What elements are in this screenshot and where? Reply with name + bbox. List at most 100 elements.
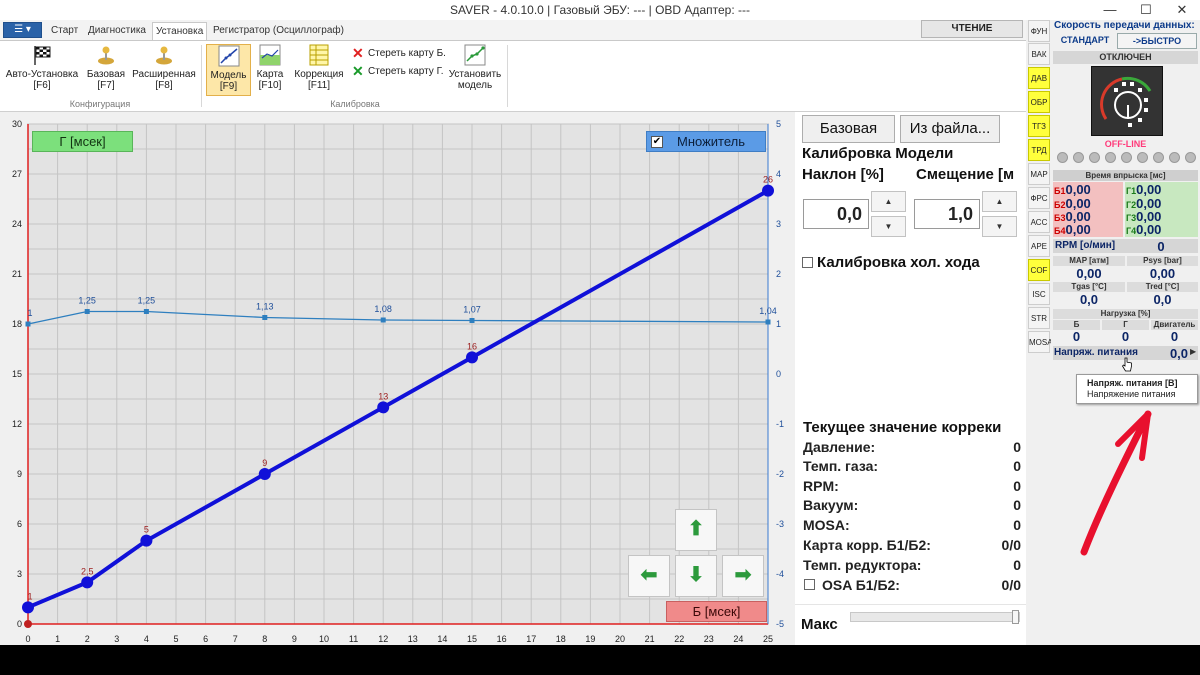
offset-down-button[interactable]: ▼ [982, 216, 1017, 237]
idle-calib-checkbox[interactable] [802, 257, 813, 268]
side-tab-acc[interactable]: АСС [1028, 211, 1050, 233]
correction-table-icon [309, 44, 329, 66]
move-down-button[interactable]: ⬇ [675, 555, 717, 597]
set-model-icon [464, 44, 486, 66]
offline-status: OFF-LINE [1053, 138, 1198, 150]
correction-button[interactable]: Коррекция [F11] [291, 44, 347, 96]
side-tab-trd[interactable]: ТРД [1028, 139, 1050, 161]
side-tab-vak[interactable]: ВАК [1028, 43, 1050, 65]
checkered-flag-icon [34, 46, 51, 65]
b1-value: 0,00 [1065, 182, 1091, 197]
multiplier-point [25, 321, 31, 327]
multiplier-data-label: 1,25 [78, 296, 96, 306]
b-axis-label: Б [мсек] [666, 601, 767, 622]
g4-label: Г4 [1126, 226, 1137, 236]
tgas-title: Tgas [°C] [1053, 282, 1125, 292]
from-file-button[interactable]: Из файла... [900, 115, 1000, 143]
rpm-display: 0 [1157, 239, 1165, 254]
b4-label: Б4 [1054, 226, 1066, 236]
basic-calib-button[interactable]: Базовая [802, 115, 895, 143]
erase-map-g-button[interactable]: ✕ Стереть карту Г. [352, 64, 444, 80]
b2-label: Б2 [1054, 200, 1066, 210]
x-tick-label: 22 [674, 634, 684, 644]
side-tab-frs[interactable]: ФРС [1028, 187, 1050, 209]
basic-button[interactable]: Базовая [F7] [84, 44, 128, 96]
gas-temp-value: 0 [1013, 458, 1021, 474]
model-data-label: 5 [144, 525, 149, 535]
speed-fast-button[interactable]: ->БЫСТРО [1117, 33, 1197, 49]
extended-button[interactable]: Расширенная [F8] [131, 44, 197, 96]
x-tick-label: 23 [704, 634, 714, 644]
x-tick-label: 24 [733, 634, 743, 644]
load-b-display: 0 [1072, 329, 1081, 344]
multiplier-toggle[interactable]: ✔ Множитель [646, 131, 766, 152]
max-slider-thumb[interactable] [1012, 610, 1019, 624]
y2-tick-label: 5 [776, 119, 781, 129]
auto-setup-button[interactable]: Авто-Установка [F6] [5, 44, 79, 96]
multiplier-point [380, 317, 386, 323]
tred-display: 0,0 [1153, 292, 1172, 307]
x-tick-label: 3 [114, 634, 119, 644]
offset-input[interactable]: 1,0 [914, 199, 980, 229]
model-point [81, 576, 94, 589]
model-button[interactable]: Модель [F9] [206, 44, 251, 96]
max-slider[interactable] [850, 612, 1020, 622]
calib-model-title: Калибровка Модели [802, 145, 954, 162]
slope-up-button[interactable]: ▲ [871, 191, 906, 212]
gas-temp-row: Темп. газа: 0 [803, 457, 1021, 476]
maximize-button[interactable]: ☐ [1128, 0, 1164, 20]
multiplier-point [262, 315, 268, 320]
tab-setup[interactable]: Установка [152, 22, 208, 41]
reducer-temp-row: Темп. редуктора: 0 [803, 556, 1021, 575]
side-tab-str[interactable]: STR [1028, 307, 1050, 329]
auto-setup-label: Авто-Установка [5, 69, 79, 80]
slope-input[interactable]: 0,0 [803, 199, 869, 229]
x-tick-label: 14 [437, 634, 447, 644]
g1-label: Г1 [1126, 186, 1137, 196]
gas-temp-label: Темп. газа: [803, 458, 879, 474]
b3-label: Б3 [1054, 213, 1066, 223]
y2-tick-label: 0 [776, 369, 781, 379]
move-right-button[interactable]: ➡ [722, 555, 764, 597]
model-chart-icon [218, 45, 239, 67]
set-model-button[interactable]: Установить модель [447, 44, 503, 96]
tab-recorder[interactable]: Регистратор (Осциллограф) [210, 22, 347, 40]
offset-up-button[interactable]: ▲ [982, 191, 1017, 212]
read-button[interactable]: ЧТЕНИЕ [921, 20, 1023, 38]
move-up-button[interactable]: ⬆ [675, 509, 717, 551]
osa-checkbox[interactable] [804, 579, 815, 590]
tab-diagnostics[interactable]: Диагностика [85, 22, 149, 40]
side-tab-dav[interactable]: ДАВ [1028, 67, 1050, 89]
side-tab-cof[interactable]: COF [1028, 259, 1050, 281]
basic-key: [F7] [97, 80, 115, 91]
close-button[interactable]: ✕ [1164, 0, 1200, 20]
side-tab-obr[interactable]: ОБР [1028, 91, 1050, 113]
side-tab-ape[interactable]: АРЕ [1028, 235, 1050, 257]
model-data-label: 26 [763, 175, 773, 185]
osa-value: 0/0 [1001, 577, 1021, 593]
side-tab-map[interactable]: MAP [1028, 163, 1050, 185]
red-cross-icon: ✕ [352, 45, 364, 61]
slope-down-button[interactable]: ▼ [871, 216, 906, 237]
app-menu-button[interactable]: ☰ ▾ [3, 22, 42, 38]
vacuum-label: Вакуум: [803, 497, 859, 513]
minimize-button[interactable]: — [1092, 0, 1128, 20]
expand-arrow-icon[interactable]: ▶ [1190, 347, 1196, 356]
erase-map-b-button[interactable]: ✕ Стереть карту Б. [352, 46, 446, 62]
side-tab-fun[interactable]: ФУН [1028, 20, 1050, 42]
map-button[interactable]: Карта [F10] [254, 44, 286, 96]
injection-title: Время впрыска [мс] [1053, 170, 1198, 181]
ribbon: Авто-Установка [F6] Базовая [F7] Расшире… [0, 40, 1026, 112]
y2-tick-label: -3 [776, 519, 784, 529]
side-tab-isc[interactable]: ISC [1028, 283, 1050, 305]
side-tab-mosa[interactable]: MOSA [1028, 331, 1053, 353]
multiplier-checkbox[interactable]: ✔ [651, 136, 663, 148]
side-tab-tgz[interactable]: ТГЗ [1028, 115, 1050, 137]
move-left-button[interactable]: ⬅ [628, 555, 670, 597]
model-label: Модель [210, 70, 247, 81]
x-tick-label: 8 [262, 634, 267, 644]
calib-group-label: Калибровка [330, 99, 380, 109]
y-tick-label: 24 [12, 219, 22, 229]
tab-start[interactable]: Старт [48, 22, 81, 40]
speed-standard-button[interactable]: СТАНДАРТ [1055, 33, 1115, 49]
